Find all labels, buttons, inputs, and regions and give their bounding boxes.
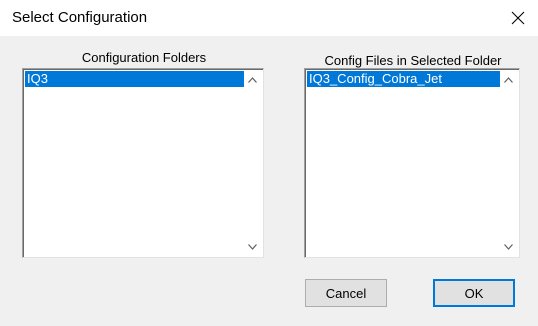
files-listbox[interactable]: IQ3_Config_Cobra_Jet [304,68,520,258]
close-button[interactable] [502,2,534,34]
chevron-down-icon [248,243,257,250]
folders-list: IQ3 [25,71,245,255]
dialog-body: Configuration Folders IQ3 Config Files i… [0,36,538,326]
files-scrollbar[interactable] [500,71,517,255]
files-scroll-down-button[interactable] [500,238,517,255]
file-item[interactable]: IQ3_Config_Cobra_Jet [307,71,501,87]
folders-scroll-down-button[interactable] [244,238,261,255]
chevron-up-icon [248,76,257,83]
folders-scroll-up-button[interactable] [244,71,261,88]
files-list: IQ3_Config_Cobra_Jet [307,71,501,255]
files-scroll-up-button[interactable] [500,71,517,88]
chevron-down-icon [504,243,513,250]
select-configuration-dialog: Select Configuration Configuration Folde… [0,0,538,326]
files-label: Config Files in Selected Folder [324,53,502,68]
title-bar[interactable]: Select Configuration [0,0,538,36]
chevron-up-icon [504,76,513,83]
folders-listbox[interactable]: IQ3 [22,68,264,258]
close-icon [511,11,525,25]
ok-button[interactable]: OK [433,279,515,307]
folders-scrollbar[interactable] [244,71,261,255]
dialog-title: Select Configuration [12,9,148,26]
folders-label: Configuration Folders [81,50,207,65]
folder-item[interactable]: IQ3 [25,71,245,87]
cancel-button[interactable]: Cancel [305,279,387,307]
